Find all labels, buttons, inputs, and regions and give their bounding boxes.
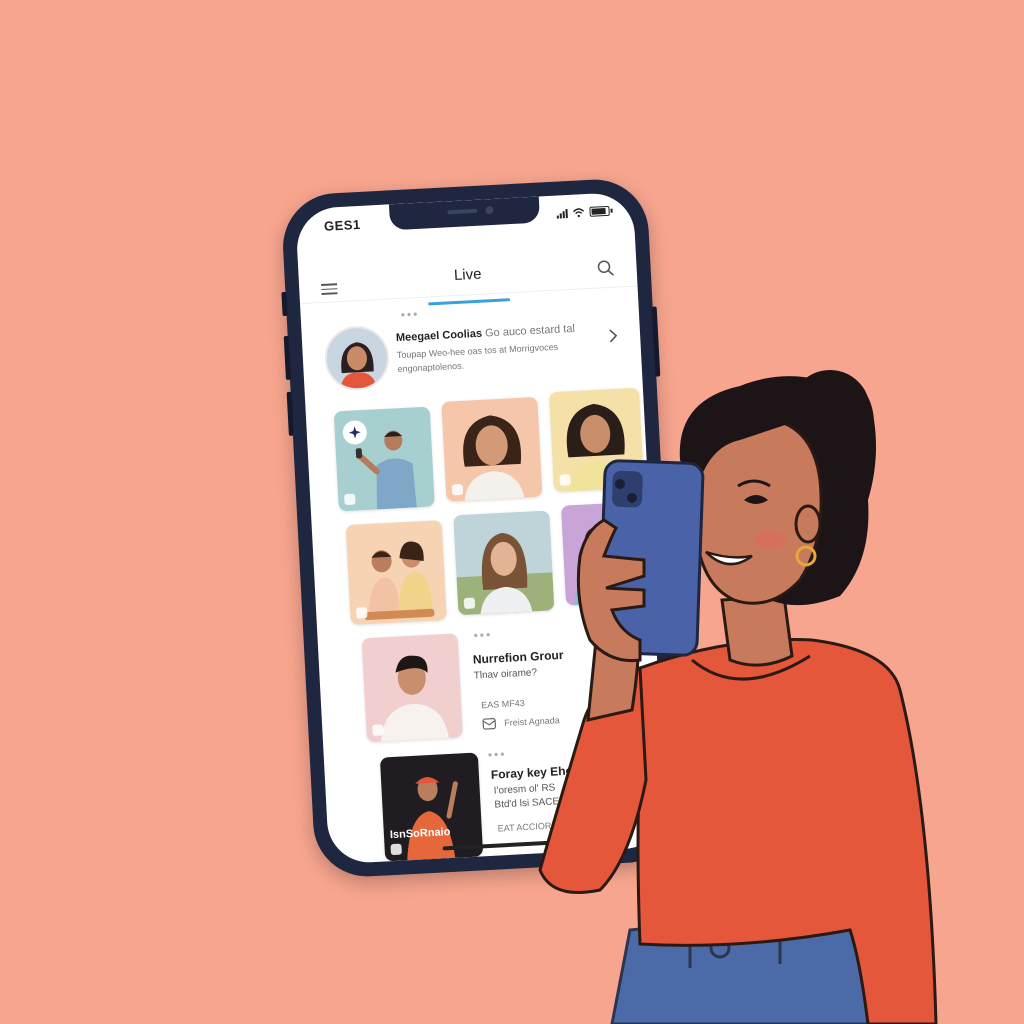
viewer-badge	[344, 493, 356, 506]
list-item-meta: EAT ACCIORIC	[497, 820, 561, 834]
featured-description: Toupap Weo-hee oas tos at Morrigvoces en…	[396, 341, 559, 375]
jeans	[610, 908, 872, 1024]
star-icon	[348, 426, 361, 439]
more-dots-icon: •••	[473, 627, 493, 643]
list-item-action[interactable]: Freist Agnada	[504, 715, 560, 728]
tab-live-indicator	[428, 298, 511, 306]
viewer-badge	[390, 843, 402, 856]
wifi-icon	[572, 207, 585, 218]
envelope-icon	[482, 718, 497, 730]
grid-tile-2[interactable]	[441, 396, 543, 502]
status-icons	[556, 205, 610, 219]
featured-subtitle: Go auco estard tal	[484, 322, 576, 340]
signal-icon	[556, 208, 568, 219]
list-item-title: Nurrefion Grour	[472, 647, 564, 667]
held-phone	[597, 459, 705, 657]
tab-live[interactable]: Live	[454, 266, 482, 284]
viewer-badge	[451, 483, 464, 496]
search-icon[interactable]	[596, 259, 615, 278]
hair	[679, 376, 876, 606]
grid-tile-1[interactable]	[333, 406, 435, 512]
hamburger-menu-icon[interactable]	[321, 283, 338, 296]
list-thumbnail[interactable]	[361, 633, 463, 743]
more-dots-icon: •••	[487, 746, 507, 762]
app-bar: Live	[297, 241, 638, 306]
power-button	[651, 306, 661, 377]
grid-tile-4[interactable]	[345, 520, 447, 625]
volume-down-button	[286, 391, 294, 436]
list-item-meta: EAS MF43	[481, 697, 525, 711]
earring-icon	[795, 545, 817, 567]
featured-live-item[interactable]: Meegael Coolias Go auco estard tal Toupa…	[319, 306, 624, 392]
viewer-badge	[463, 597, 476, 609]
viewer-badge	[372, 724, 384, 736]
list-item-title: Foray key Eho	[490, 763, 574, 782]
viewer-badge	[559, 474, 571, 486]
featured-title-text: Meegael Coolias	[395, 327, 483, 345]
viewer-badge	[355, 607, 368, 619]
battery-icon	[589, 205, 610, 217]
sweater	[636, 638, 938, 1024]
volume-up-button	[283, 335, 291, 381]
mute-switch	[281, 291, 288, 317]
list-item-line-2: Btd'd lsi SACE	[494, 796, 560, 811]
avatar	[323, 324, 391, 392]
chevron-right-icon[interactable]	[608, 329, 619, 344]
list-item-line-1: I'oresm ol' RS	[493, 782, 556, 797]
grid-tile-5[interactable]	[453, 510, 555, 616]
face	[694, 416, 823, 605]
list-item-subtitle: Tlnav oirame?	[473, 667, 538, 682]
status-time: GES1	[323, 216, 361, 234]
